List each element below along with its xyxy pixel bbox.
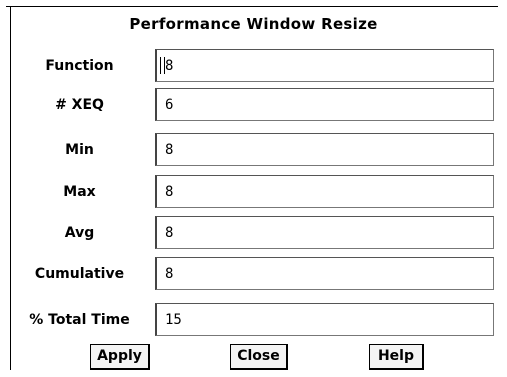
close-button[interactable]: Close: [230, 344, 288, 370]
function-input[interactable]: [155, 49, 494, 82]
field-row-xeq: # XEQ: [0, 88, 507, 122]
text-cursor-icon: [160, 57, 165, 74]
min-input[interactable]: [155, 133, 494, 166]
field-row-cumulative: Cumulative: [0, 257, 507, 291]
dialog-title: Performance Window Resize: [129, 15, 378, 33]
field-row-min: Min: [0, 133, 507, 167]
xeq-input[interactable]: [155, 88, 494, 121]
function-label: Function: [45, 58, 114, 74]
total-time-input[interactable]: [155, 303, 494, 336]
field-row-total-time: % Total Time: [0, 303, 507, 337]
help-button[interactable]: Help: [369, 344, 424, 370]
min-label: Min: [65, 142, 94, 158]
apply-button[interactable]: Apply: [90, 344, 150, 370]
field-row-function: Function: [0, 49, 507, 83]
window-frame-corner: [6, 6, 11, 7]
window-frame-top: [10, 6, 498, 7]
xeq-label: # XEQ: [55, 97, 104, 113]
total-time-label: % Total Time: [29, 312, 130, 328]
button-bar: Apply Close Help: [0, 344, 507, 370]
max-label: Max: [63, 184, 96, 200]
max-input[interactable]: [155, 175, 494, 208]
field-row-avg: Avg: [0, 216, 507, 250]
avg-label: Avg: [64, 225, 95, 241]
cumulative-input[interactable]: [155, 257, 494, 290]
cumulative-label: Cumulative: [34, 266, 125, 282]
field-row-max: Max: [0, 175, 507, 209]
avg-input[interactable]: [155, 216, 494, 249]
